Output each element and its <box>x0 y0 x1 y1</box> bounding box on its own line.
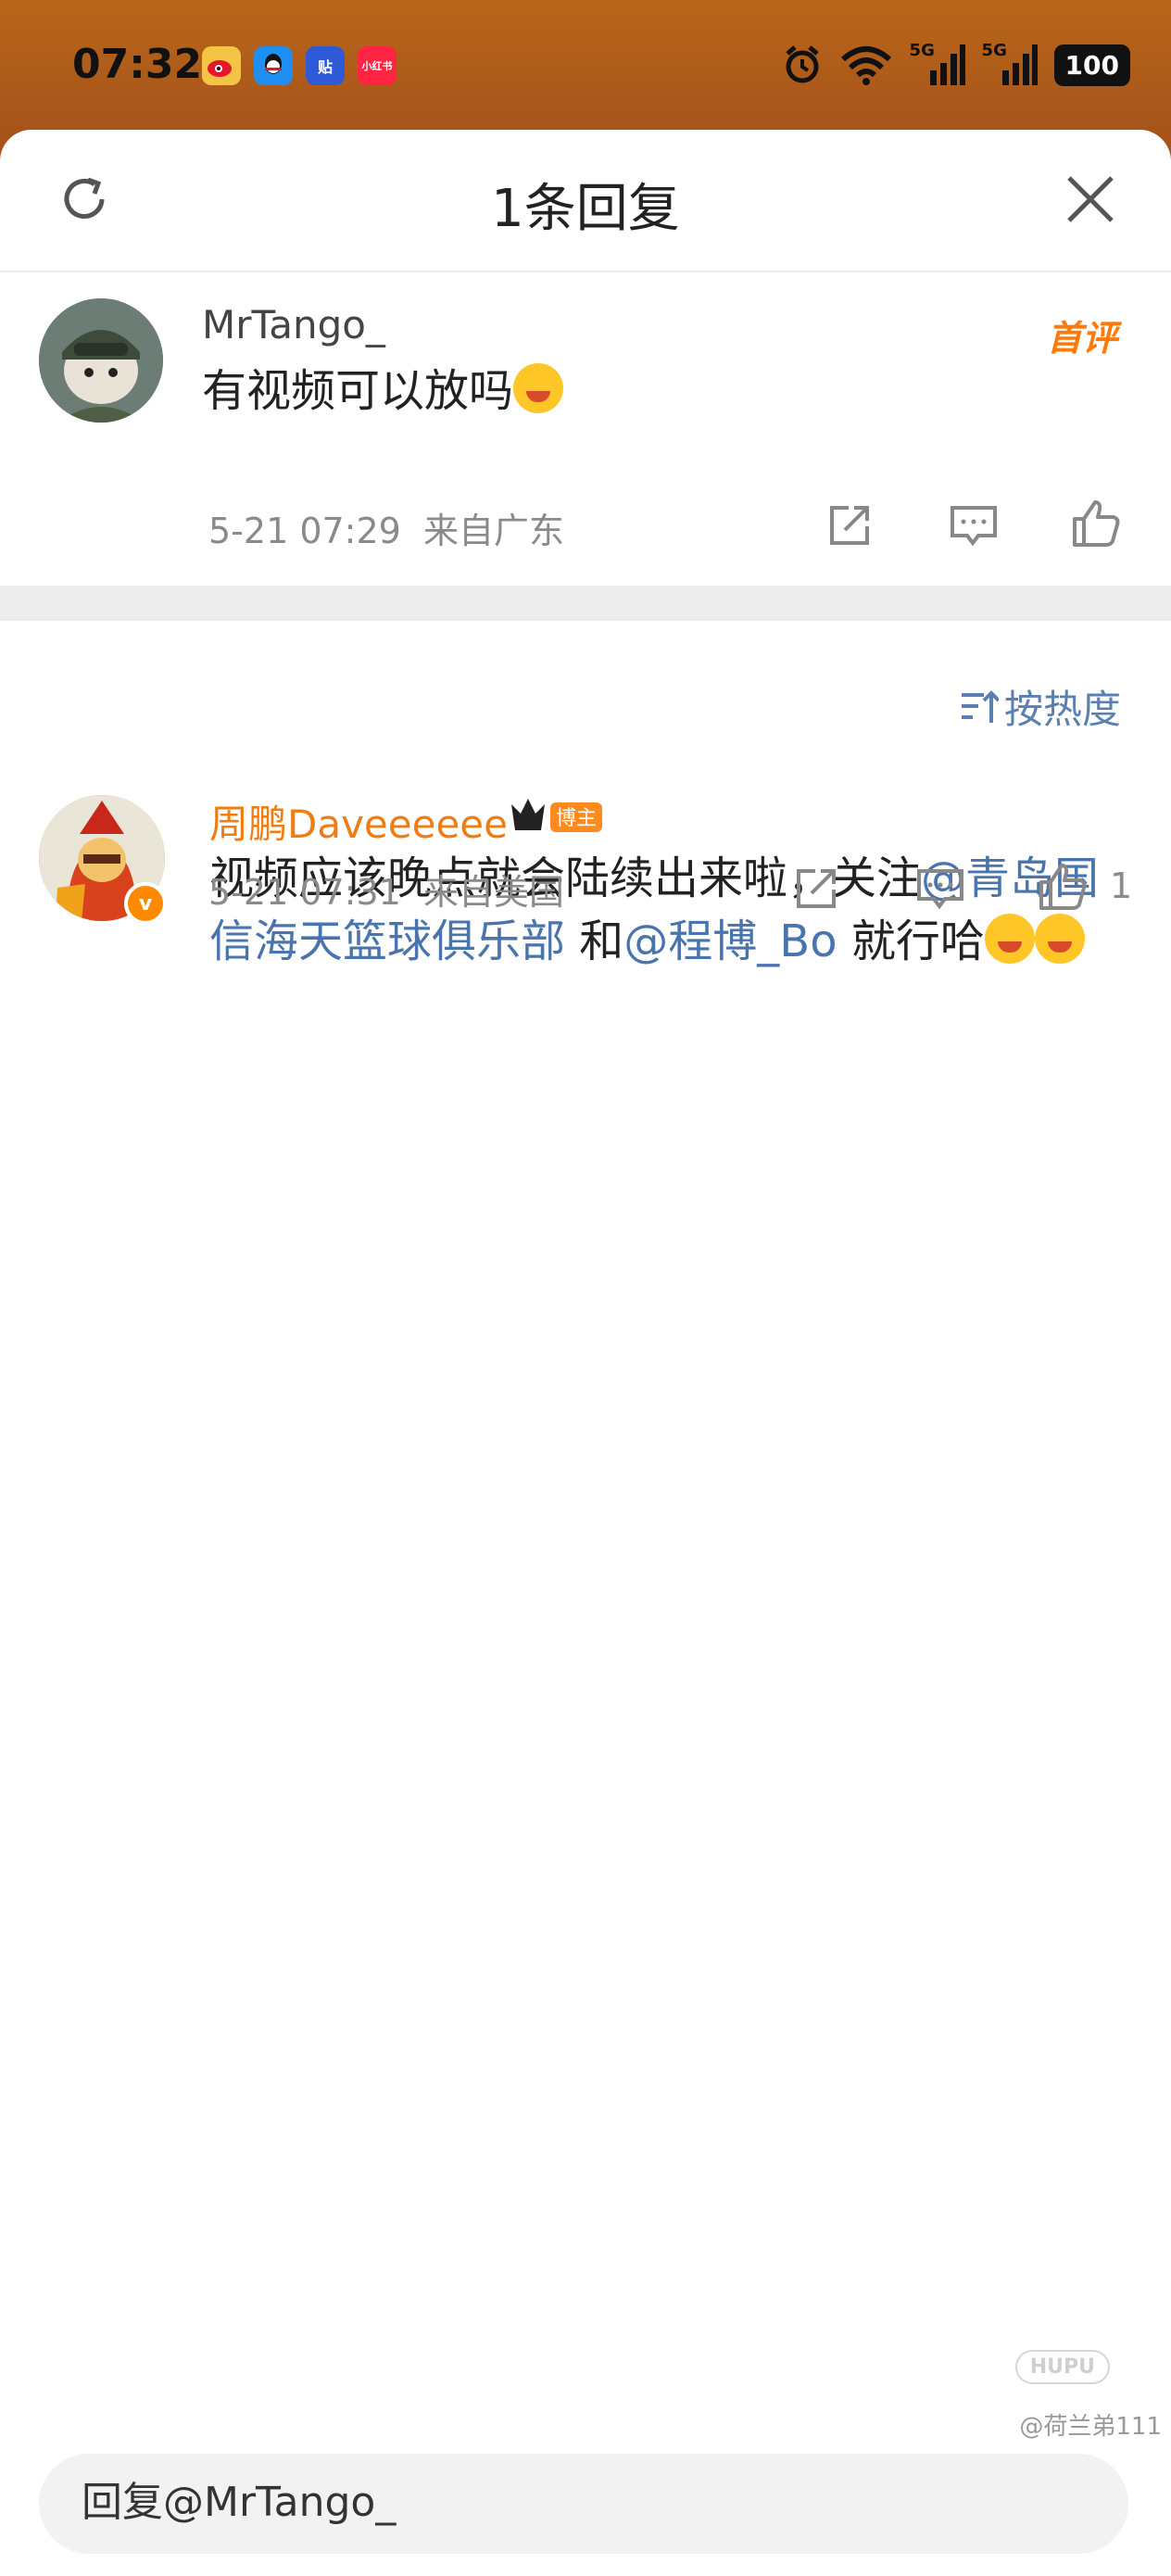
comment-text: 有视频可以放吗 <box>202 360 564 423</box>
like-count: 1 <box>1110 865 1133 906</box>
status-time: 07:32 <box>72 41 203 88</box>
alarm-icon <box>785 45 819 83</box>
like-icon[interactable] <box>1071 499 1121 549</box>
sheet-title: 1条回复 <box>491 179 680 239</box>
tongue-emoji-icon <box>513 363 564 413</box>
tongue-emoji-icon <box>984 914 1035 964</box>
sort-toggle[interactable]: 按热度 <box>960 678 1121 735</box>
hupu-watermark-logo: HUPU <box>1014 2350 1110 2384</box>
reply-sheet: 1条回复 MrTango_ 首评 有视频可以放吗 5-21 07:29 来自广东… <box>0 130 1171 2576</box>
status-indicators: 5G 5G 100 <box>782 41 1130 87</box>
share-icon[interactable] <box>791 864 841 914</box>
sort-icon <box>961 689 999 723</box>
verified-badge: v <box>124 882 167 925</box>
tongue-emoji-icon <box>1034 914 1085 964</box>
like-icon[interactable] <box>1038 862 1088 912</box>
qq-icon <box>254 46 293 85</box>
comment-meta: 5-21 07:29 来自广东 <box>208 502 564 553</box>
reply-meta: 5-21 07:31 来自美国 <box>208 864 564 915</box>
blogger-badge-label: 博主 <box>556 807 597 830</box>
comment-icon[interactable] <box>949 500 999 550</box>
share-icon[interactable] <box>825 500 875 550</box>
section-divider <box>0 586 1171 621</box>
reply-input-bar[interactable] <box>39 2454 1128 2554</box>
reply-input[interactable] <box>80 2478 1084 2527</box>
blogger-crown-badge: 博主 <box>511 799 602 832</box>
sort-label: 按热度 <box>1003 687 1121 732</box>
battery-indicator: 100 <box>1053 44 1130 86</box>
sheet-header: 1条回复 <box>0 130 1171 272</box>
watermark-text: @荷兰弟111 <box>1019 2413 1162 2441</box>
close-icon[interactable] <box>1062 170 1119 228</box>
comment-time: 5-21 07:29 <box>208 511 401 551</box>
wifi-icon <box>840 46 891 85</box>
tieba-icon: 贴 <box>306 46 345 85</box>
signal-5g-icon-2: 5G <box>982 41 1038 87</box>
mention-link[interactable]: @程博_Bo <box>623 915 837 967</box>
xiaohongshu-icon: 小红书 <box>358 46 397 85</box>
reply-location: 来自美国 <box>423 872 565 913</box>
reply-username[interactable]: 周鹏Daveeeeee <box>209 793 508 850</box>
comment-icon[interactable] <box>915 864 965 914</box>
signal-5g-icon-1: 5G <box>910 41 965 87</box>
avatar[interactable] <box>39 298 163 423</box>
reply-time: 5-21 07:31 <box>208 872 401 913</box>
comment-location: 来自广东 <box>423 511 565 551</box>
comment-username[interactable]: MrTango_ <box>202 302 385 347</box>
weibo-icon <box>202 46 241 85</box>
first-comment-badge: 首评 <box>1046 318 1117 359</box>
status-bar: 07:32 贴 小红书 5G 5G 100 <box>0 0 1171 130</box>
root-comment: MrTango_ 首评 有视频可以放吗 5-21 07:29 来自广东 <box>0 271 1171 586</box>
status-app-icons: 贴 小红书 <box>202 46 397 85</box>
